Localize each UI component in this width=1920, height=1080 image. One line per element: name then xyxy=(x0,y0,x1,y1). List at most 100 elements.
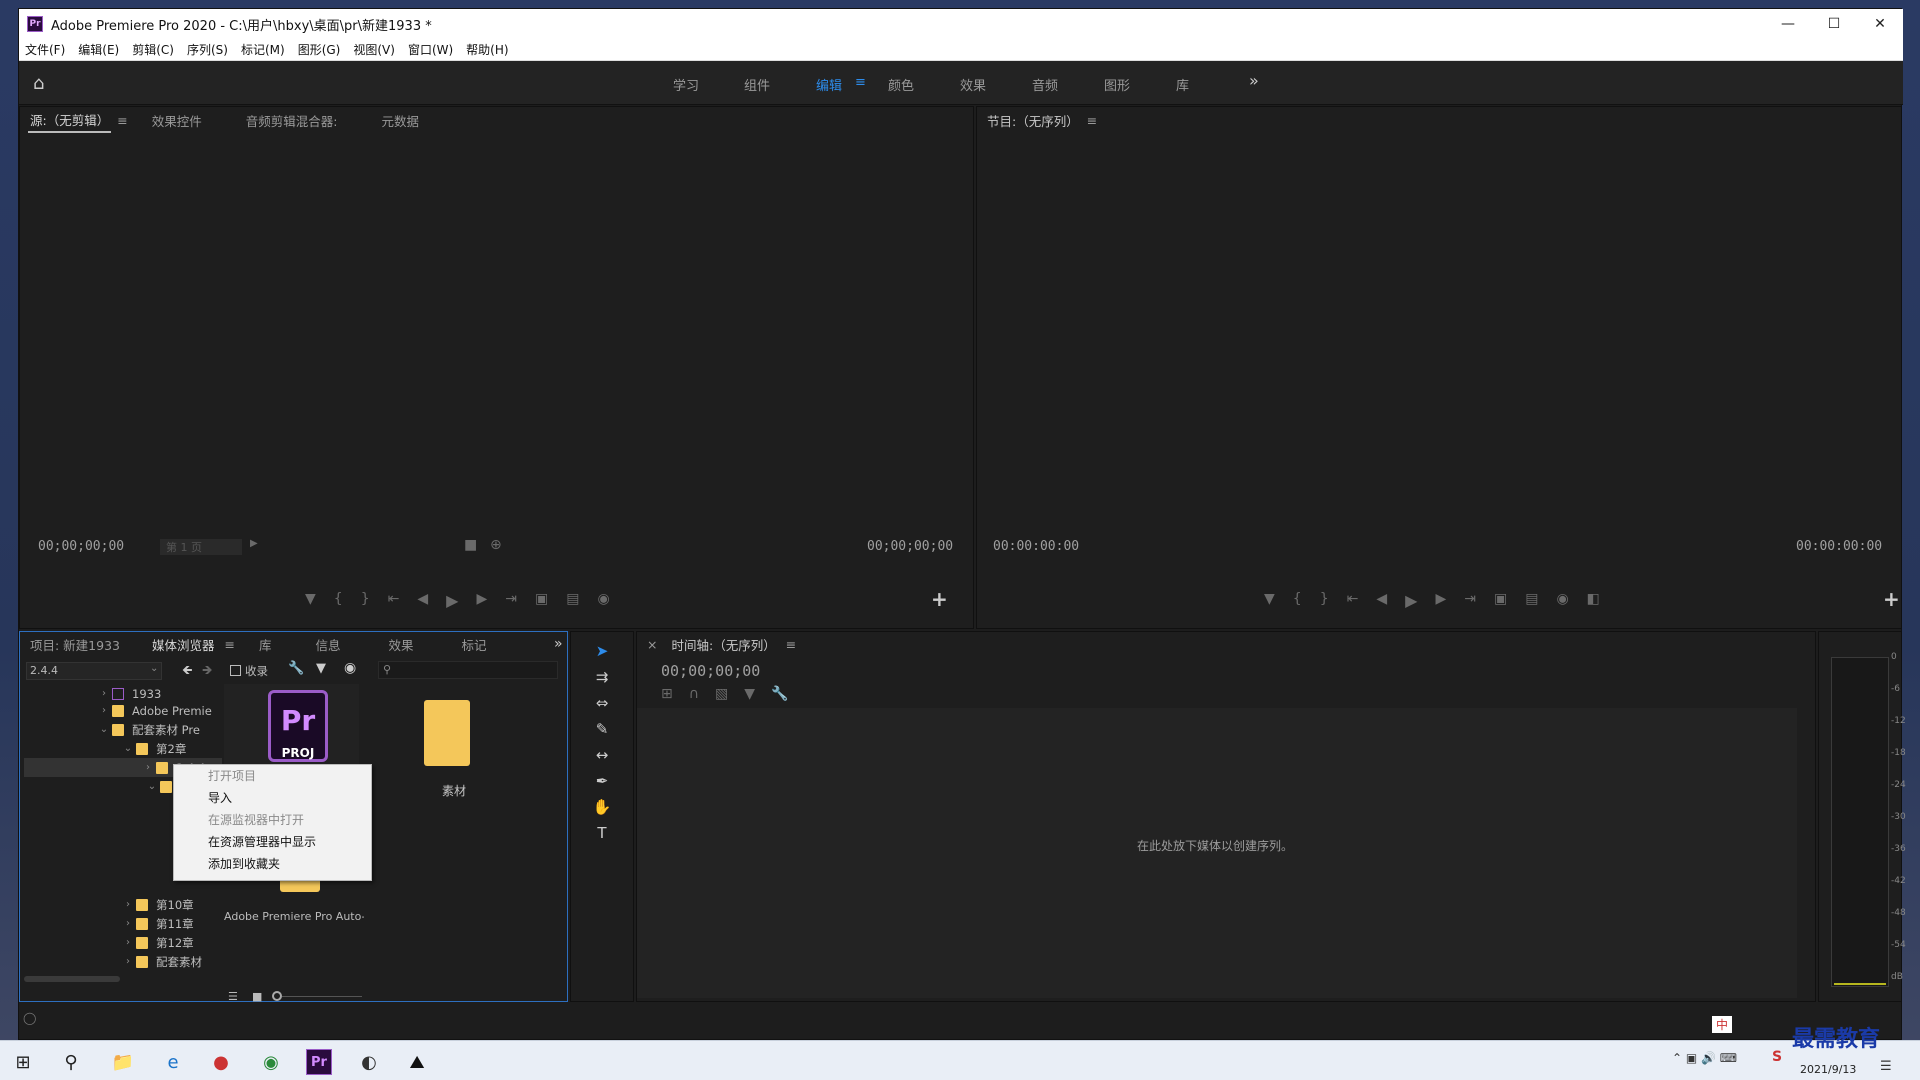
snap-icon[interactable]: ∩ xyxy=(689,686,699,702)
tree-item-materials[interactable]: ⌄ 配套素材 Pre xyxy=(96,720,200,739)
close-icon[interactable]: ✕ xyxy=(1857,9,1903,39)
tree-item-materials2[interactable]: › 配套素材 xyxy=(120,952,202,971)
tab-metadata[interactable]: 元数据 xyxy=(379,109,421,132)
workspace-effects[interactable]: 效果 xyxy=(960,75,986,94)
tab-libraries[interactable]: 库 xyxy=(257,633,274,656)
marker-icon[interactable]: ▼ xyxy=(305,591,316,610)
play-small-icon[interactable]: ▶ xyxy=(250,538,258,549)
icon-view-icon[interactable]: ■ xyxy=(252,990,262,1003)
tab-program[interactable]: 节目:（无序列） xyxy=(985,109,1081,132)
menu-window[interactable]: 窗口(W) xyxy=(408,41,453,58)
tab-markers[interactable]: 标记 xyxy=(460,633,489,656)
timeline-settings-icon[interactable]: 🔧 xyxy=(771,686,788,702)
add-marker-icon[interactable]: ▼ xyxy=(744,686,755,702)
export-frame-icon[interactable]: ◉ xyxy=(597,591,609,610)
menu-open-project[interactable]: 打开项目 xyxy=(174,765,371,787)
file-explorer-icon[interactable]: 📁 xyxy=(110,1049,136,1075)
workspace-editing[interactable]: 编辑 xyxy=(816,75,842,94)
search-icon[interactable]: ⚲ xyxy=(58,1049,84,1075)
menu-view[interactable]: 视图(V) xyxy=(353,41,395,58)
title-bar[interactable]: Pr Adobe Premiere Pro 2020 - C:\用户\hbxy\… xyxy=(19,9,1903,39)
tree-item-chapter12[interactable]: › 第12章 xyxy=(120,933,194,952)
tab-effects[interactable]: 效果 xyxy=(387,633,416,656)
tab-timeline[interactable]: 时间轴:（无序列） xyxy=(669,633,777,656)
menu-file[interactable]: 文件(F) xyxy=(25,41,65,58)
go-to-out-icon[interactable]: ⇥ xyxy=(505,591,517,610)
workspace-assembly[interactable]: 组件 xyxy=(744,75,770,94)
marker-icon[interactable]: ▼ xyxy=(1264,591,1275,610)
tab-info[interactable]: 信息 xyxy=(314,633,343,656)
linked-selection-icon[interactable]: ▧ xyxy=(715,686,728,702)
wrench-icon[interactable]: 🔧 xyxy=(288,661,304,676)
workspace-color[interactable]: 颜色 xyxy=(888,75,914,94)
workspace-more-icon[interactable]: » xyxy=(1249,71,1259,90)
nest-icon[interactable]: ⊞ xyxy=(661,686,673,702)
go-to-in-icon[interactable]: ⇤ xyxy=(1347,591,1359,610)
windows-start-icon[interactable]: ⊞ xyxy=(10,1049,36,1075)
play-icon[interactable]: ▶ xyxy=(1405,591,1417,610)
go-to-out-icon[interactable]: ⇥ xyxy=(1464,591,1476,610)
zoom-slider-handle[interactable] xyxy=(272,991,282,1001)
tree-scrollbar[interactable] xyxy=(24,976,120,982)
sogou-ime-icon[interactable]: S xyxy=(1772,1049,1782,1065)
menu-reveal-in-explorer[interactable]: 在资源管理器中显示 xyxy=(174,831,371,853)
workspace-learn[interactable]: 学习 xyxy=(673,75,699,94)
extract-icon[interactable]: ▤ xyxy=(1525,591,1538,610)
step-back-icon[interactable]: ◀ xyxy=(417,591,428,610)
menu-marker[interactable]: 标记(M) xyxy=(241,41,285,58)
zoom-slider-track[interactable] xyxy=(282,996,362,997)
step-forward-icon[interactable]: ▶ xyxy=(476,591,487,610)
fit-icon[interactable]: ■ xyxy=(464,537,477,553)
back-icon[interactable]: 🡸 xyxy=(182,661,193,683)
ingest-checkbox[interactable] xyxy=(230,665,241,676)
tab-media-browser[interactable]: 媒体浏览器 xyxy=(150,633,217,656)
step-back-icon[interactable]: ◀ xyxy=(1376,591,1387,610)
play-icon[interactable]: ▶ xyxy=(446,591,458,610)
page-dropdown[interactable]: 第 1 页 xyxy=(160,539,242,555)
hand-tool-icon[interactable]: ✋ xyxy=(589,794,615,820)
menu-sequence[interactable]: 序列(S) xyxy=(187,41,228,58)
workspace-menu-icon[interactable]: ≡ xyxy=(855,75,866,90)
pen-tool-icon[interactable]: ✒ xyxy=(589,768,615,794)
filter-icon[interactable]: ▼ xyxy=(316,661,326,676)
tree-item-chapter2[interactable]: ⌄ 第2章 xyxy=(120,739,187,758)
go-to-in-icon[interactable]: ⇤ xyxy=(388,591,400,610)
export-frame-icon[interactable]: ◉ xyxy=(1556,591,1568,610)
tree-item-chapter10[interactable]: › 第10章 xyxy=(120,895,194,914)
media-browser-menu-icon[interactable]: ≡ xyxy=(223,635,237,654)
razor-tool-icon[interactable]: ✎ xyxy=(589,716,615,742)
home-icon[interactable]: ⌂ xyxy=(33,73,53,94)
ripple-edit-tool-icon[interactable]: ⇔ xyxy=(589,690,615,716)
comparison-view-icon[interactable]: ◧ xyxy=(1587,591,1600,610)
tab-effect-controls[interactable]: 效果控件 xyxy=(150,109,204,132)
timeline-timecode[interactable]: 00;00;00;00 xyxy=(661,662,760,680)
menu-clip[interactable]: 剪辑(C) xyxy=(132,41,174,58)
forward-icon[interactable]: 🡺 xyxy=(202,661,213,683)
track-select-tool-icon[interactable]: ⇉ xyxy=(589,664,615,690)
mark-out-icon[interactable]: } xyxy=(1320,591,1329,610)
workspace-audio[interactable]: 音频 xyxy=(1032,75,1058,94)
add-button-icon[interactable]: + xyxy=(1883,587,1900,611)
list-view-icon[interactable]: ☰ xyxy=(228,990,238,1003)
add-button-icon[interactable]: + xyxy=(931,587,948,611)
overwrite-icon[interactable]: ▤ xyxy=(566,591,579,610)
insert-icon[interactable]: ▣ xyxy=(535,591,548,610)
mark-in-icon[interactable]: { xyxy=(334,591,343,610)
selection-tool-icon[interactable]: ➤ xyxy=(589,638,615,664)
slip-tool-icon[interactable]: ↔ xyxy=(589,742,615,768)
lift-icon[interactable]: ▣ xyxy=(1494,591,1507,610)
image-viewer-icon[interactable]: ⛰ xyxy=(404,1049,430,1075)
panel-more-icon[interactable]: » xyxy=(554,636,563,652)
search-input[interactable]: ⚲ xyxy=(378,661,558,679)
tree-item-adobe[interactable]: › Adobe Premie xyxy=(96,701,212,720)
workspace-graphics[interactable]: 图形 xyxy=(1104,75,1130,94)
program-menu-icon[interactable]: ≡ xyxy=(1085,111,1099,130)
mark-out-icon[interactable]: } xyxy=(361,591,370,610)
mark-in-icon[interactable]: { xyxy=(1293,591,1302,610)
minimize-icon[interactable]: — xyxy=(1765,9,1811,39)
step-forward-icon[interactable]: ▶ xyxy=(1435,591,1446,610)
tab-source[interactable]: 源:（无剪辑） xyxy=(28,108,112,133)
menu-import[interactable]: 导入 xyxy=(174,787,371,809)
workspace-libraries[interactable]: 库 xyxy=(1176,75,1189,94)
panel-menu-icon[interactable]: ≡ xyxy=(115,111,129,130)
